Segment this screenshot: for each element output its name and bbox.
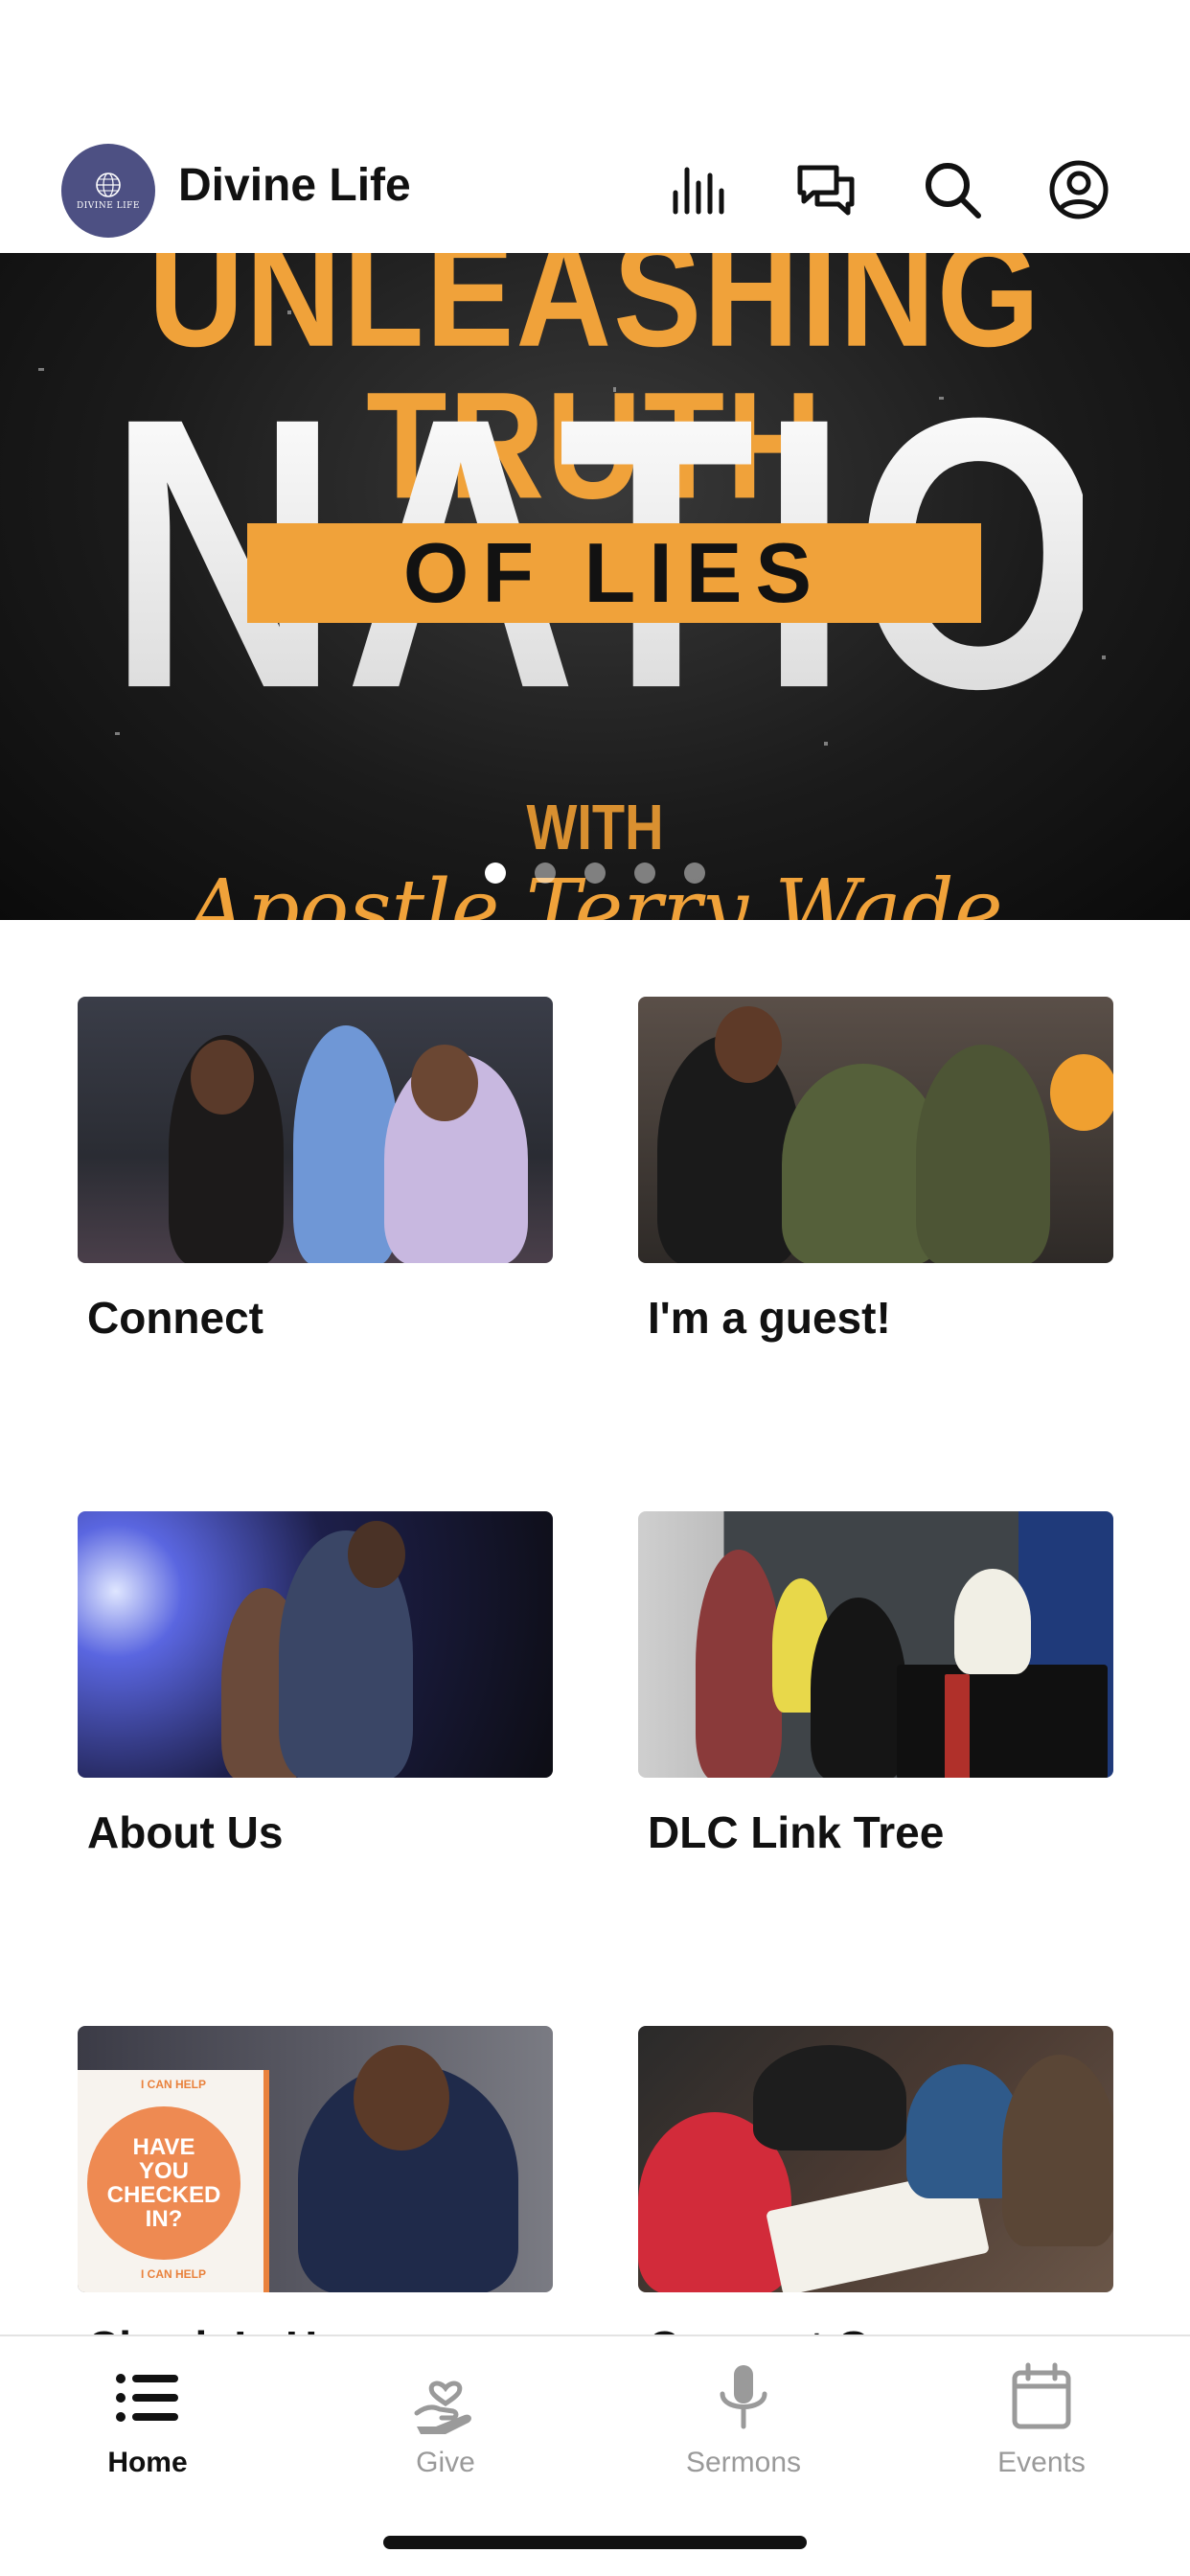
- tile-check-in[interactable]: I CAN HELP HAVE YOU CHECKED IN? I CAN HE…: [78, 2026, 553, 2372]
- audio-bars-icon[interactable]: [665, 155, 734, 224]
- carousel-dot[interactable]: [485, 862, 506, 884]
- carousel-dot[interactable]: [535, 862, 556, 884]
- home-indicator[interactable]: [383, 2536, 807, 2549]
- tile-dlc-link-tree[interactable]: DLC Link Tree: [638, 1511, 1113, 1857]
- tile-guest[interactable]: I'm a guest!: [638, 997, 1113, 1343]
- tab-label: Give: [416, 2447, 475, 2478]
- tile-image: [638, 1511, 1113, 1778]
- hero-band-text: OF LIES: [402, 525, 826, 620]
- globe-icon: [96, 172, 121, 197]
- hero-band: OF LIES: [247, 523, 981, 623]
- carousel-dot[interactable]: [684, 862, 705, 884]
- carousel-dots[interactable]: [0, 862, 1190, 884]
- calendar-icon: [1012, 2362, 1071, 2429]
- carousel-dot[interactable]: [634, 862, 655, 884]
- tile-connect-group[interactable]: Connect Group: [638, 2026, 1113, 2372]
- poster-text-top: I CAN HELP: [140, 2078, 206, 2091]
- tab-sermons[interactable]: Sermons: [629, 2359, 858, 2479]
- carousel-dot[interactable]: [584, 862, 606, 884]
- church-logo[interactable]: DIVINE LIFE: [61, 144, 155, 238]
- tab-label: Sermons: [685, 2447, 802, 2478]
- tile-image: [78, 1511, 553, 1778]
- poster-line: CHECKED: [106, 2182, 221, 2208]
- poster-line: YOU: [138, 2157, 189, 2184]
- tile-image: [78, 997, 553, 1263]
- tile-label: Connect: [87, 1293, 263, 1343]
- app-header: DIVINE LIFE Divine Life: [0, 134, 1190, 253]
- tab-label: Events: [997, 2447, 1086, 2478]
- poster-line: HAVE: [132, 2133, 195, 2160]
- check-in-poster: I CAN HELP HAVE YOU CHECKED IN? I CAN HE…: [78, 2070, 269, 2292]
- tile-label: About Us: [87, 1807, 284, 1857]
- hand-heart-icon: [414, 2380, 471, 2434]
- tile-image: [638, 2026, 1113, 2292]
- chat-bubbles-icon[interactable]: [791, 155, 860, 224]
- tile-label: DLC Link Tree: [648, 1807, 945, 1857]
- tile-about-us[interactable]: About Us: [78, 1511, 553, 1857]
- tile-connect[interactable]: Connect: [78, 997, 553, 1343]
- poster-text-bottom: I CAN HELP: [140, 2267, 206, 2281]
- tab-home[interactable]: Home: [33, 2359, 263, 2479]
- app-title: Divine Life: [178, 160, 411, 211]
- profile-icon[interactable]: [1044, 155, 1113, 224]
- logo-text: DIVINE LIFE: [77, 201, 140, 211]
- list-icon: [116, 2374, 178, 2422]
- tab-give[interactable]: Give: [331, 2359, 561, 2479]
- microphone-icon: [720, 2365, 767, 2429]
- tile-image: I CAN HELP HAVE YOU CHECKED IN? I CAN HE…: [78, 2026, 553, 2292]
- tab-events[interactable]: Events: [927, 2359, 1156, 2479]
- tile-label: I'm a guest!: [648, 1293, 891, 1343]
- hero-with-text: WITH: [526, 790, 664, 863]
- search-icon[interactable]: [918, 155, 987, 224]
- poster-line: IN?: [145, 2206, 183, 2233]
- hero-banner[interactable]: UNLEASHING TRUTH NATION OF LIES WITH Apo…: [0, 253, 1190, 920]
- poster-circle: HAVE YOU CHECKED IN?: [87, 2106, 240, 2260]
- tab-label: Home: [107, 2447, 188, 2478]
- tile-image: [638, 997, 1113, 1263]
